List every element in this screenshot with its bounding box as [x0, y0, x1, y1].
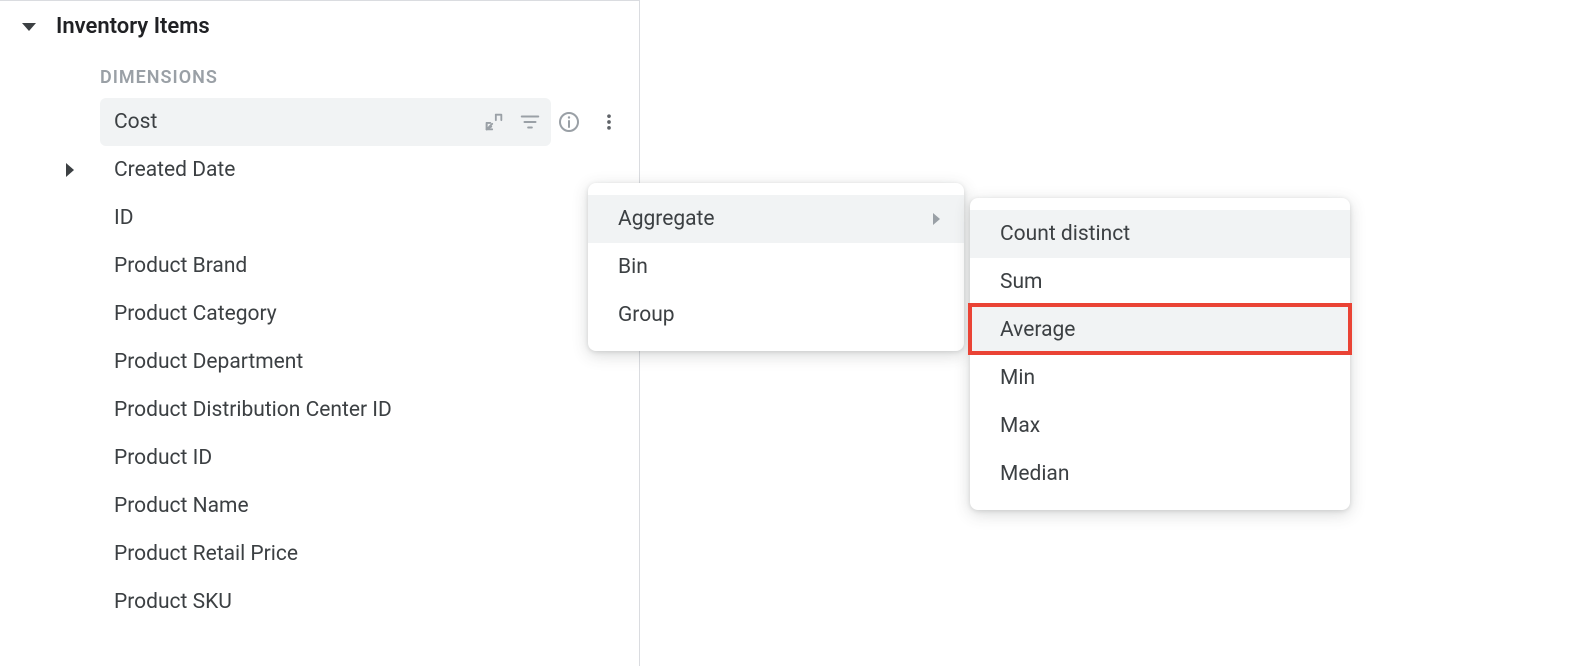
dimension-label: Cost: [114, 110, 157, 134]
submenu-item-average[interactable]: Average: [970, 306, 1350, 354]
view-group-title: Inventory Items: [56, 14, 210, 39]
dimension-row-id[interactable]: ID: [0, 194, 639, 242]
expand-caret-icon: [66, 163, 74, 177]
submenu-item-sum[interactable]: Sum: [970, 258, 1350, 306]
menu-item-label: Min: [1000, 366, 1035, 390]
filter-icon[interactable]: [519, 111, 541, 133]
dimension-label: ID: [114, 206, 134, 230]
dimension-row-created-date[interactable]: Created Date: [0, 146, 639, 194]
view-group-header[interactable]: Inventory Items: [0, 0, 639, 49]
dimension-row-product-dist-center-id[interactable]: Product Distribution Center ID: [0, 386, 639, 434]
submenu-item-median[interactable]: Median: [970, 450, 1350, 498]
dimension-row-product-category[interactable]: Product Category: [0, 290, 639, 338]
dimension-row-product-department[interactable]: Product Department: [0, 338, 639, 386]
menu-item-label: Group: [618, 303, 675, 327]
dimension-label: Product Distribution Center ID: [114, 398, 392, 422]
expand-slot[interactable]: [0, 163, 100, 177]
dimension-label: Product Category: [114, 302, 277, 326]
dimension-row-product-brand[interactable]: Product Brand: [0, 242, 639, 290]
aggregate-submenu: Count distinct Sum Average Min Max Media…: [970, 198, 1350, 510]
dimension-row-product-name[interactable]: Product Name: [0, 482, 639, 530]
dimension-label: Product Retail Price: [114, 542, 298, 566]
dimension-label: Product Name: [114, 494, 249, 518]
dimension-row-product-retail-price[interactable]: Product Retail Price: [0, 530, 639, 578]
menu-item-label: Median: [1000, 462, 1069, 486]
more-options-icon[interactable]: [599, 110, 619, 134]
menu-item-label: Bin: [618, 255, 648, 279]
collapse-caret-icon: [22, 23, 36, 31]
field-picker-sidebar: Inventory Items DIMENSIONS Cost: [0, 0, 640, 666]
pivot-icon[interactable]: [483, 111, 505, 133]
submenu-item-count-distinct[interactable]: Count distinct: [970, 210, 1350, 258]
dimension-label: Product Brand: [114, 254, 247, 278]
dimension-label: Product SKU: [114, 590, 232, 614]
menu-item-aggregate[interactable]: Aggregate: [588, 195, 964, 243]
dimension-label: Created Date: [114, 158, 235, 182]
dimension-row-product-sku[interactable]: Product SKU: [0, 578, 639, 626]
dimension-label: Product ID: [114, 446, 212, 470]
menu-item-label: Sum: [1000, 270, 1042, 294]
submenu-item-max[interactable]: Max: [970, 402, 1350, 450]
dimension-row-product-id[interactable]: Product ID: [0, 434, 639, 482]
dimension-label: Product Department: [114, 350, 303, 374]
menu-item-label: Average: [1000, 318, 1075, 342]
menu-item-bin[interactable]: Bin: [588, 243, 964, 291]
dimension-row-cost[interactable]: Cost: [0, 98, 639, 146]
info-icon[interactable]: [557, 110, 581, 134]
menu-item-label: Aggregate: [618, 207, 715, 231]
menu-item-label: Max: [1000, 414, 1040, 438]
field-context-menu: Aggregate Bin Group: [588, 183, 964, 351]
dimension-pill[interactable]: Cost: [100, 98, 551, 146]
submenu-arrow-icon: [933, 213, 940, 225]
menu-item-label: Count distinct: [1000, 222, 1130, 246]
menu-item-group[interactable]: Group: [588, 291, 964, 339]
submenu-item-min[interactable]: Min: [970, 354, 1350, 402]
dimensions-section-label: DIMENSIONS: [0, 49, 639, 98]
divider: [0, 0, 640, 1]
